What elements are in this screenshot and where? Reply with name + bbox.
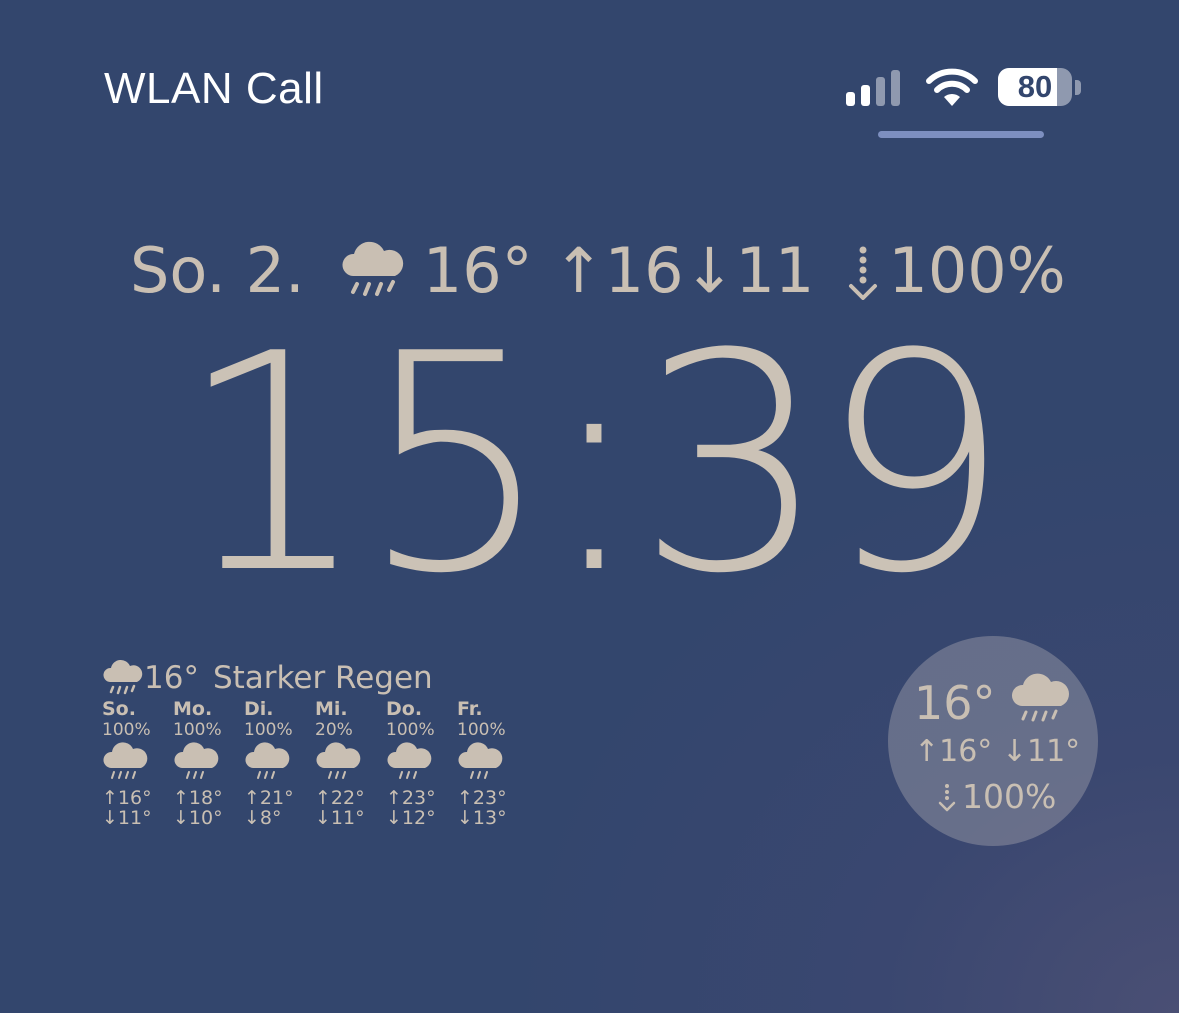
battery-level: 80 — [1017, 69, 1053, 104]
forecast-precip: 100% — [457, 720, 506, 740]
forecast-day-label: Mi. — [315, 698, 348, 720]
forecast-low: ↓11° — [102, 807, 152, 829]
forecast-precip: 100% — [102, 720, 151, 740]
cloud-rain-icon — [102, 658, 144, 698]
cloud-rain-icon — [315, 740, 385, 788]
cloud-rain-icon — [386, 740, 456, 788]
status-indicator-line — [878, 131, 1044, 138]
forecast-day-column: Di. 100% ↑21° ↓8° — [244, 698, 314, 828]
forecast-precip: 100% — [173, 720, 222, 740]
battery-icon: 80 — [998, 68, 1072, 106]
precipitation-arrow-icon — [938, 782, 956, 812]
forecast-day-label: Mo. — [173, 698, 213, 720]
cloud-rain-icon — [173, 740, 243, 788]
forecast-day-label: Fr. — [457, 698, 483, 720]
forecast-day-column: So. 100% ↑16° ↓11° — [102, 698, 172, 828]
forecast-precip: 20% — [315, 720, 353, 740]
forecast-widget-header[interactable]: 16° Starker Regen — [102, 656, 433, 700]
clock-time: 15:39 — [177, 290, 1011, 639]
cloud-heavy-rain-icon — [102, 740, 172, 788]
forecast-low: ↓8° — [244, 807, 282, 829]
circle-hilo: ↑16° ↓11° — [914, 734, 1081, 769]
cellular-signal-icon — [846, 70, 906, 106]
circle-temp: 16° — [914, 676, 996, 730]
forecast-low: ↓10° — [173, 807, 223, 829]
forecast-day-column: Mo. 100% ↑18° ↓10° — [173, 698, 243, 828]
battery-cap — [1075, 80, 1081, 95]
forecast-condition: Starker Regen — [212, 660, 433, 696]
lock-screen-clock[interactable]: 15:39 — [178, 315, 1011, 615]
forecast-high: ↑23° — [457, 787, 507, 809]
forecast-day-column: Mi. 20% ↑22° ↓11° — [315, 698, 385, 828]
cloud-rain-icon — [1010, 670, 1072, 728]
forecast-day-label: Di. — [244, 698, 274, 720]
forecast-day-column: Fr. 100% ↑23° ↓13° — [457, 698, 527, 828]
forecast-high: ↑23° — [386, 787, 436, 809]
forecast-high: ↑16° — [102, 787, 152, 809]
forecast-precip: 100% — [386, 720, 435, 740]
forecast-days[interactable]: So. 100% ↑16° ↓11° Mo. 100% ↑18° ↓10° Di. 100% ↑21… — [102, 698, 542, 833]
forecast-low: ↓11° — [315, 807, 365, 829]
circle-precip-row: 100% — [938, 777, 1056, 816]
forecast-day-label: So. — [102, 698, 136, 720]
circle-precip: 100% — [962, 777, 1057, 816]
forecast-day-label: Do. — [386, 698, 423, 720]
carrier-label: WLAN Call — [104, 64, 324, 113]
wifi-icon — [924, 66, 980, 108]
cloud-rain-icon — [457, 740, 527, 788]
forecast-precip: 100% — [244, 720, 293, 740]
forecast-high: ↑22° — [315, 787, 365, 809]
forecast-high: ↑18° — [173, 787, 223, 809]
forecast-high: ↑21° — [244, 787, 294, 809]
forecast-low: ↓12° — [386, 807, 436, 829]
forecast-current-temp: 16° — [144, 660, 199, 696]
forecast-day-column: Do. 100% ↑23° ↓12° — [386, 698, 456, 828]
forecast-low: ↓13° — [457, 807, 507, 829]
cloud-rain-icon — [244, 740, 314, 788]
